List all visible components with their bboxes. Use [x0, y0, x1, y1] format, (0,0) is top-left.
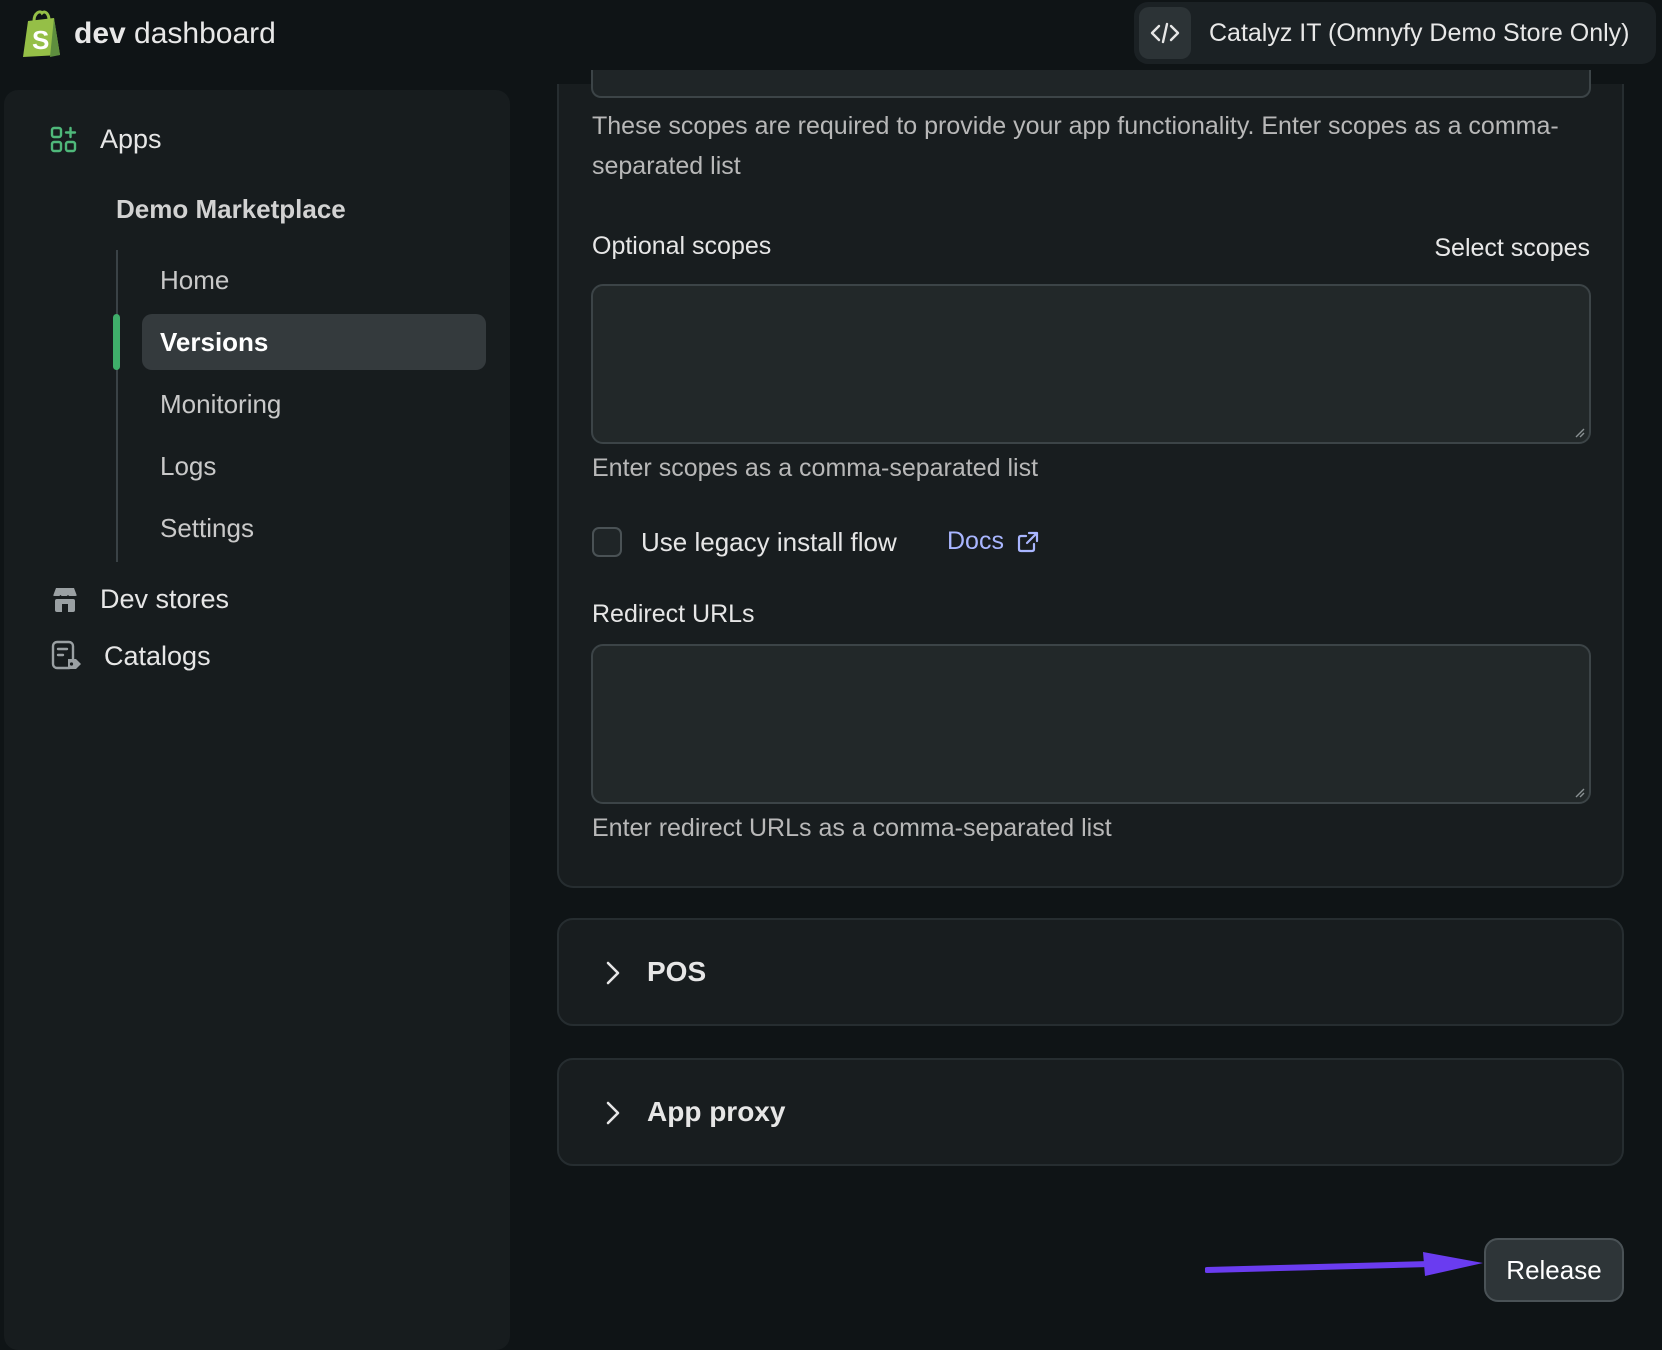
sidebar-item-label: Versions	[160, 326, 269, 357]
catalog-icon	[51, 640, 81, 670]
sidebar-item-label: Settings	[160, 512, 254, 543]
release-button[interactable]: Release	[1484, 1238, 1624, 1302]
resize-handle-icon[interactable]	[1573, 786, 1585, 798]
external-link-icon	[1017, 531, 1039, 552]
top-bar: S dev dashboard Catalyz IT (Omnyfy Demo …	[0, 0, 1662, 68]
sidebar-item-home[interactable]: Home	[142, 252, 486, 308]
active-indicator	[113, 314, 120, 370]
access-scopes-card: These scopes are required to provide you…	[557, 70, 1624, 888]
shopify-logo-icon[interactable]: S	[20, 9, 62, 59]
pos-section[interactable]: POS	[557, 918, 1624, 1026]
app-proxy-section[interactable]: App proxy	[557, 1058, 1624, 1166]
sidebar: Apps Demo Marketplace Home Versions Moni…	[4, 90, 510, 1350]
sidebar-item-versions[interactable]: Versions	[142, 314, 486, 370]
apps-grid-icon	[50, 126, 77, 152]
optional-scopes-label: Optional scopes	[592, 232, 772, 260]
optional-scopes-help: Enter scopes as a comma-separated list	[592, 454, 1039, 482]
annotation-arrow	[1205, 1252, 1483, 1276]
docs-link-label: Docs	[947, 527, 1004, 555]
sidebar-item-apps-label: Apps	[100, 124, 162, 154]
required-scopes-help: These scopes are required to provide you…	[592, 112, 1559, 180]
sidebar-item-monitoring[interactable]: Monitoring	[142, 376, 486, 432]
pos-title: POS	[647, 956, 707, 987]
redirect-urls-help: Enter redirect URLs as a comma-separated…	[592, 814, 1112, 842]
app-name-heading[interactable]: Demo Marketplace	[116, 194, 346, 225]
sidebar-item-logs[interactable]: Logs	[142, 438, 486, 494]
optional-scopes-textarea[interactable]	[591, 284, 1591, 444]
store-icon	[52, 587, 78, 612]
docs-link[interactable]: Docs	[947, 527, 1040, 556]
legacy-install-checkbox[interactable]	[592, 527, 622, 557]
svg-text:S: S	[32, 25, 49, 55]
brand-rest: dashboard	[125, 17, 276, 50]
select-scopes-link[interactable]: Select scopes	[1434, 234, 1590, 263]
store-switcher[interactable]: Catalyz IT (Omnyfy Demo Store Only)	[1134, 2, 1656, 64]
app-proxy-title: App proxy	[647, 1096, 786, 1127]
brand-bold: dev	[74, 17, 126, 50]
chevron-right-icon	[606, 1101, 620, 1125]
redirect-urls-textarea[interactable]	[591, 644, 1591, 804]
sidebar-item-label: Monitoring	[160, 388, 282, 419]
nav-tree-line	[116, 250, 118, 562]
redirect-urls-label: Redirect URLs	[592, 600, 755, 628]
code-icon[interactable]	[1139, 7, 1191, 59]
sidebar-item-catalogs[interactable]: Catalogs	[50, 640, 211, 672]
legacy-install-label[interactable]: Use legacy install flow	[641, 527, 897, 558]
sidebar-item-dev-stores[interactable]: Dev stores	[50, 584, 229, 615]
resize-handle-icon[interactable]	[1573, 426, 1585, 438]
required-scopes-textarea[interactable]	[591, 70, 1591, 98]
sidebar-item-label: Logs	[160, 450, 217, 481]
sidebar-item-settings[interactable]: Settings	[142, 500, 486, 556]
app-brand[interactable]: dev dashboard	[74, 17, 276, 51]
sidebar-item-label: Home	[160, 264, 230, 295]
store-name: Catalyz IT (Omnyfy Demo Store Only)	[1209, 19, 1630, 47]
sidebar-item-apps[interactable]: Apps	[50, 124, 162, 155]
sidebar-item-catalogs-label: Catalogs	[104, 640, 211, 671]
sidebar-item-dev-stores-label: Dev stores	[100, 584, 230, 614]
chevron-right-icon	[606, 961, 620, 985]
